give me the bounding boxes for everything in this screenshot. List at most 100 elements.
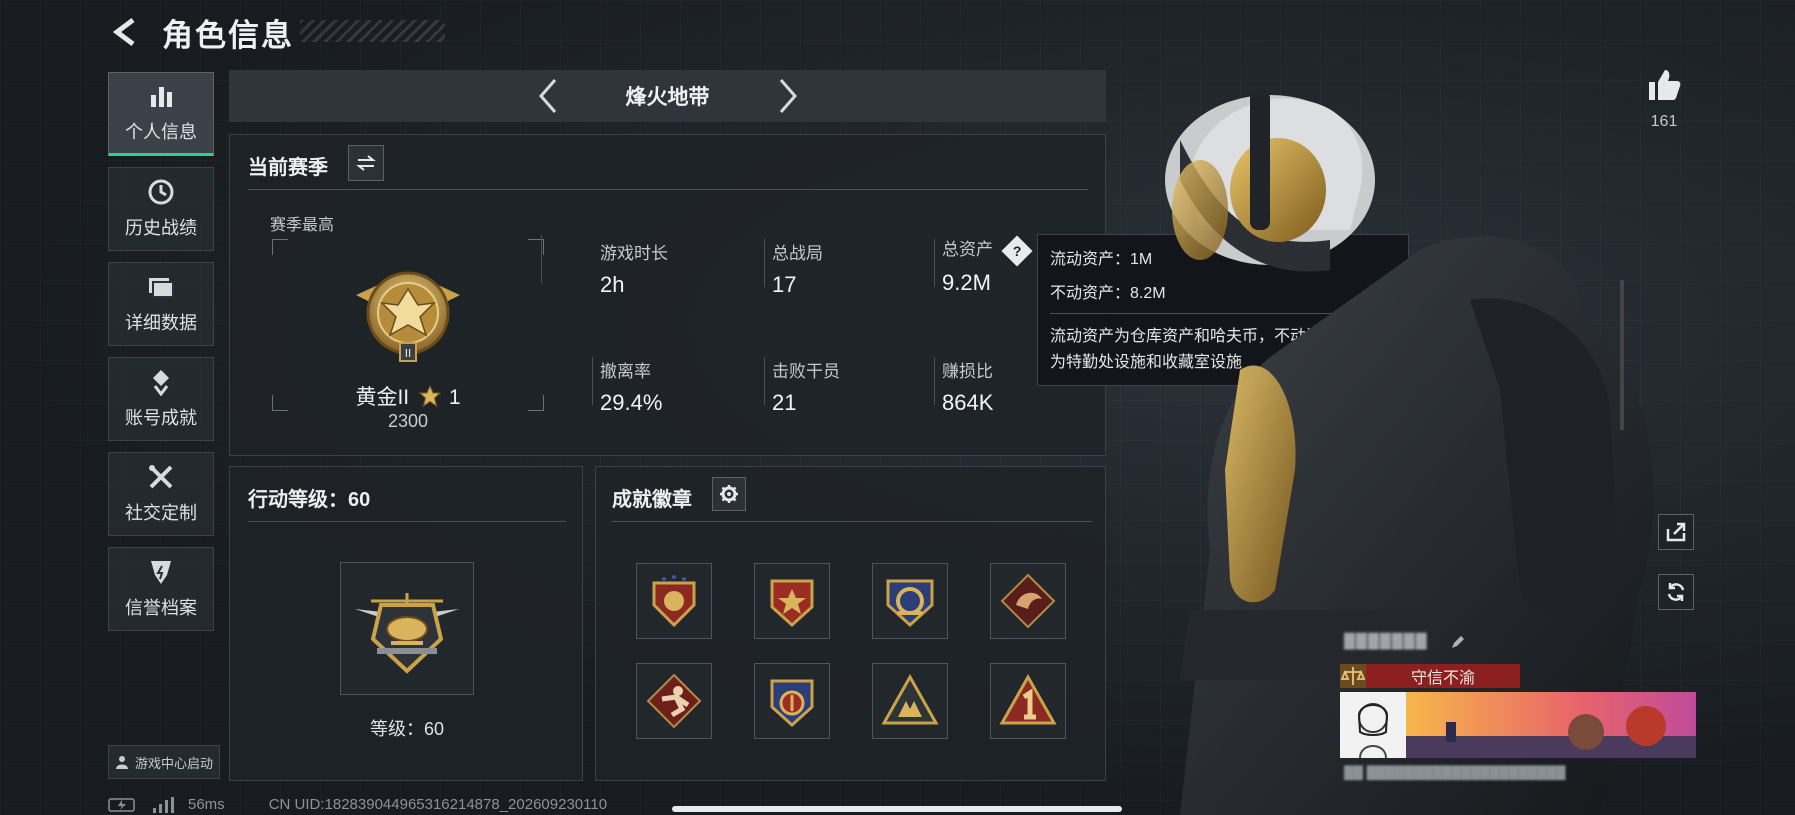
sidebar-item-label: 历史战绩 bbox=[125, 218, 197, 238]
stat-value: 21 bbox=[772, 390, 797, 415]
shield-star-badge-icon bbox=[652, 575, 696, 628]
star-icon bbox=[418, 384, 442, 408]
blue-red-shield-badge-icon bbox=[770, 679, 814, 728]
header: 角色信息 bbox=[108, 8, 294, 56]
dragon-diamond-badge-icon bbox=[1000, 573, 1056, 629]
stat-play-time: 游戏时长 2h bbox=[600, 239, 668, 298]
chevron-right-icon bbox=[779, 79, 797, 113]
blue-gold-shield-badge-icon bbox=[886, 579, 934, 628]
player-id-blurred: ▓▓ ▓▓▓▓▓▓▓▓▓▓▓▓▓▓▓▓▓▓▓▓▓ bbox=[1344, 764, 1566, 779]
divider bbox=[764, 239, 765, 287]
badge-item[interactable] bbox=[990, 563, 1066, 639]
swap-icon bbox=[356, 155, 376, 171]
season-best-label: 赛季最高 bbox=[270, 217, 335, 234]
page-title: 角色信息 bbox=[162, 17, 294, 53]
player-card[interactable]: ▓▓▓▓▓▓▓ 守信不渝 ▓▓ ▓▓▓▓▓▓▓▓▓▓▓▓▓▓▓▓▓▓▓▓▓ bbox=[1340, 630, 1700, 788]
badge-item[interactable] bbox=[754, 563, 830, 639]
player-title-bar: 守信不渝 bbox=[1340, 664, 1520, 688]
achievement-badges-panel: 成就徽章 bbox=[595, 466, 1106, 781]
divider bbox=[541, 235, 542, 283]
stat-profit-loss-ratio: 赚损比 864K bbox=[942, 357, 993, 416]
refresh-button[interactable] bbox=[1658, 574, 1694, 610]
player-title: 守信不渝 bbox=[1410, 670, 1475, 687]
badge-item[interactable] bbox=[636, 563, 712, 639]
rank-name: 黄金II bbox=[355, 386, 410, 409]
current-season-panel: 当前赛季 赛季最高 II 黄金II 1 2300 游戏时长 2h 总战局 17 … bbox=[229, 134, 1106, 456]
divider bbox=[248, 521, 566, 522]
badge-item[interactable] bbox=[754, 663, 830, 739]
latency: 56ms bbox=[188, 796, 225, 813]
like-button[interactable]: 161 bbox=[1636, 66, 1692, 131]
stat-label: 总资产 bbox=[942, 240, 993, 259]
sidebar-item-social-custom[interactable]: 社交定制 bbox=[108, 452, 214, 536]
folder-stack-icon bbox=[147, 273, 175, 301]
question-icon: ? bbox=[1012, 242, 1022, 259]
stat-value: 2h bbox=[600, 272, 625, 297]
divider bbox=[612, 521, 1092, 522]
level-text: 等级：60 bbox=[369, 719, 445, 739]
stat-operators-defeated: 击败干员 21 bbox=[772, 357, 840, 416]
stat-total-matches: 总战局 17 bbox=[772, 239, 823, 298]
stat-value: 29.4% bbox=[600, 390, 663, 415]
battery-charging-icon bbox=[108, 797, 135, 812]
stat-label-row: 总资产 ? bbox=[942, 234, 1033, 267]
badge-item[interactable] bbox=[872, 663, 948, 739]
stat-value: 864K bbox=[942, 390, 994, 415]
triangle-soldiers-badge-icon bbox=[881, 673, 939, 725]
level-title: 行动等级：60 bbox=[248, 489, 371, 511]
svg-text:II: II bbox=[405, 347, 412, 360]
badge-item[interactable] bbox=[636, 663, 712, 739]
back-arrow-icon bbox=[112, 18, 135, 46]
uid-text: CN UID:18283904496531621487​8_2026092301… bbox=[268, 796, 608, 813]
share-button[interactable] bbox=[1658, 514, 1694, 550]
sidebar-item-achievements[interactable]: 账号成就 bbox=[108, 357, 214, 441]
home-indicator[interactable] bbox=[672, 806, 1122, 812]
sidebar-item-reputation[interactable]: 信誉档案 bbox=[108, 547, 214, 631]
sidebar-item-label: 社交定制 bbox=[125, 503, 197, 523]
help-button[interactable]: ? bbox=[1001, 234, 1033, 267]
sidebar-item-label: 个人信息 bbox=[125, 122, 197, 142]
action-level-panel: 行动等级：60 等级：60 bbox=[229, 466, 583, 781]
scales-icon bbox=[1340, 664, 1366, 688]
shield-badge-icon bbox=[147, 558, 175, 586]
sidebar-item-personal-info[interactable]: 个人信息 bbox=[108, 72, 214, 156]
chevron-left-icon bbox=[538, 79, 556, 113]
refresh-icon bbox=[1667, 583, 1685, 601]
mode-selector: 烽火地带 bbox=[229, 70, 1106, 122]
gold-rank-emblem-icon: II bbox=[356, 271, 460, 362]
status-footer: 56ms CN UID:18283904496531621487​8_20260… bbox=[108, 796, 607, 813]
gear-icon bbox=[720, 485, 738, 503]
player-banner bbox=[1340, 692, 1696, 758]
divider bbox=[764, 357, 765, 405]
season-switch-button[interactable] bbox=[348, 145, 384, 181]
divider bbox=[934, 239, 935, 287]
back-button[interactable] bbox=[108, 14, 144, 50]
stat-label: 总战局 bbox=[772, 244, 823, 263]
badge-item[interactable] bbox=[990, 663, 1066, 739]
star-shield-badge-icon bbox=[770, 579, 814, 628]
divider bbox=[934, 357, 935, 405]
game-center-launch-button[interactable]: 游戏中心启动 bbox=[108, 745, 220, 779]
divider bbox=[592, 357, 593, 405]
badge-item[interactable] bbox=[872, 563, 948, 639]
mode-prev-button[interactable] bbox=[518, 70, 578, 122]
sidebar-item-history[interactable]: 历史战绩 bbox=[108, 167, 214, 251]
runner-diamond-badge-icon bbox=[646, 673, 702, 729]
banner-art bbox=[1406, 692, 1696, 758]
sidebar-item-label: 详细数据 bbox=[125, 313, 197, 333]
level-badge[interactable] bbox=[340, 562, 474, 695]
like-count: 161 bbox=[1650, 113, 1678, 130]
helicopter-badge-icon bbox=[355, 592, 459, 674]
stat-label: 撤离率 bbox=[600, 362, 651, 381]
launch-label: 游戏中心启动 bbox=[134, 755, 213, 771]
badge-settings-button[interactable] bbox=[712, 477, 746, 511]
stat-label: 赚损比 bbox=[942, 362, 993, 381]
stat-value: 17 bbox=[772, 272, 797, 297]
sidebar-item-label: 信誉档案 bbox=[125, 598, 197, 618]
mode-next-button[interactable] bbox=[758, 70, 818, 122]
share-icon bbox=[1666, 522, 1686, 542]
sidebar-item-detailed-data[interactable]: 详细数据 bbox=[108, 262, 214, 346]
user-icon bbox=[115, 756, 128, 769]
badges-title: 成就徽章 bbox=[612, 489, 692, 511]
title-decoration bbox=[300, 20, 445, 42]
